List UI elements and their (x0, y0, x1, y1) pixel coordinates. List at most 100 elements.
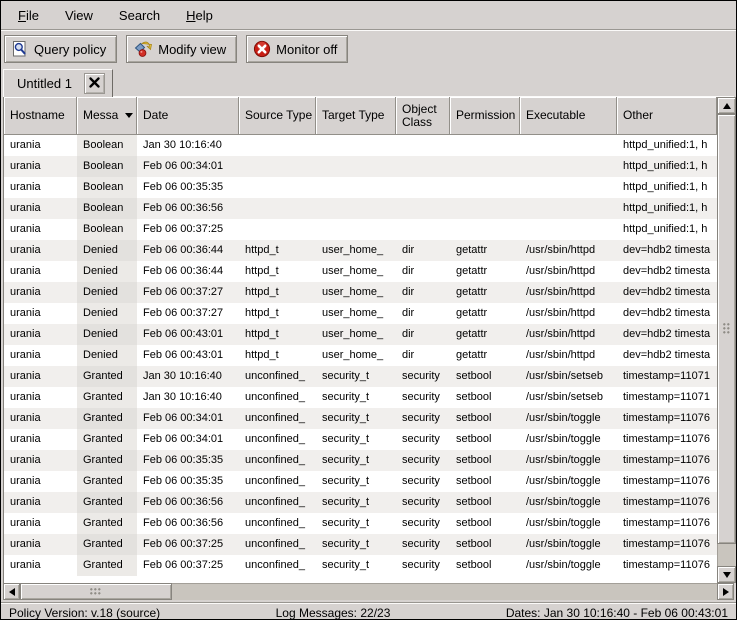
table-row[interactable]: urania Denied Feb 06 00:37:27 httpd_t us… (4, 303, 717, 324)
cell-other: timestamp=11076 (617, 429, 717, 450)
cell-other: timestamp=11076 (617, 471, 717, 492)
column-header-object-class[interactable]: Object Class (396, 97, 450, 135)
scroll-right-button[interactable] (717, 583, 734, 600)
cell-message: Granted (77, 492, 137, 513)
column-header-permission[interactable]: Permission (450, 97, 520, 135)
table-row[interactable]: urania Granted Jan 30 10:16:40 unconfine… (4, 366, 717, 387)
cell-message: Boolean (77, 135, 137, 156)
table-row[interactable]: urania Denied Feb 06 00:36:44 httpd_t us… (4, 261, 717, 282)
horizontal-scrollbar-trough[interactable] (20, 583, 717, 600)
cell-hostname: urania (4, 387, 77, 408)
cell-hostname: urania (4, 513, 77, 534)
cell-message: Granted (77, 450, 137, 471)
cell-executable (520, 156, 617, 177)
modify-view-button[interactable]: Modify view (126, 35, 237, 63)
cell-target-type: security_t (316, 366, 396, 387)
cell-other: dev=hdb2 timesta (617, 240, 717, 261)
table-row[interactable]: urania Denied Feb 06 00:37:27 httpd_t us… (4, 282, 717, 303)
cell-object-class (396, 177, 450, 198)
table-row[interactable]: urania Boolean Feb 06 00:35:35 httpd_uni… (4, 177, 717, 198)
cell-source-type: httpd_t (239, 324, 316, 345)
cell-date: Jan 30 10:16:40 (137, 135, 239, 156)
column-header-hostname[interactable]: Hostname (4, 97, 77, 135)
cell-object-class: security (396, 555, 450, 576)
column-header-date[interactable]: Date (137, 97, 239, 135)
cell-date: Feb 06 00:34:01 (137, 408, 239, 429)
table-row[interactable]: urania Granted Jan 30 10:16:40 unconfine… (4, 387, 717, 408)
cell-message: Boolean (77, 219, 137, 240)
cell-message: Granted (77, 366, 137, 387)
menu-help[interactable]: Help (173, 5, 226, 26)
cell-source-type: unconfined_ (239, 450, 316, 471)
scroll-up-button[interactable] (717, 97, 736, 114)
table-row[interactable]: urania Granted Feb 06 00:37:25 unconfine… (4, 534, 717, 555)
cell-other: timestamp=11076 (617, 492, 717, 513)
table-row[interactable]: urania Boolean Feb 06 00:37:25 httpd_uni… (4, 219, 717, 240)
horizontal-scrollbar[interactable] (3, 583, 734, 600)
cell-hostname: urania (4, 450, 77, 471)
column-header-message[interactable]: Messa (77, 97, 137, 135)
table-row[interactable]: urania Granted Feb 06 00:36:56 unconfine… (4, 492, 717, 513)
tab-untitled-1[interactable]: Untitled 1 (3, 69, 113, 97)
monitor-off-button[interactable]: Monitor off (246, 35, 348, 63)
cell-permission: getattr (450, 345, 520, 366)
query-policy-button[interactable]: Query policy (4, 35, 117, 63)
column-header-other[interactable]: Other (617, 97, 717, 135)
table-row[interactable]: urania Boolean Feb 06 00:36:56 httpd_uni… (4, 198, 717, 219)
table-row[interactable]: urania Boolean Feb 06 00:34:01 httpd_uni… (4, 156, 717, 177)
arrow-up-icon (723, 103, 731, 109)
table-row[interactable]: urania Denied Feb 06 00:43:01 httpd_t us… (4, 345, 717, 366)
cell-target-type: security_t (316, 408, 396, 429)
dates-status: Dates: Jan 30 10:16:40 - Feb 06 00:43:01 (506, 606, 728, 620)
log-messages-status: Log Messages: 22/23 (276, 606, 391, 620)
cell-target-type (316, 219, 396, 240)
table-row[interactable]: urania Granted Feb 06 00:36:56 unconfine… (4, 513, 717, 534)
table-row[interactable]: urania Granted Feb 06 00:37:25 unconfine… (4, 555, 717, 576)
thumb-grip-icon (90, 588, 102, 596)
cell-executable: /usr/sbin/toggle (520, 429, 617, 450)
cell-source-type: httpd_t (239, 240, 316, 261)
scroll-down-button[interactable] (717, 566, 736, 583)
cell-hostname: urania (4, 303, 77, 324)
table-row[interactable]: urania Granted Feb 06 00:35:35 unconfine… (4, 471, 717, 492)
cell-permission: setbool (450, 387, 520, 408)
cell-other: httpd_unified:1, h (617, 219, 717, 240)
cell-permission: setbool (450, 492, 520, 513)
table-row[interactable]: urania Granted Feb 06 00:34:01 unconfine… (4, 408, 717, 429)
menu-search[interactable]: Search (106, 5, 173, 26)
monitor-off-label: Monitor off (276, 42, 337, 57)
scroll-left-button[interactable] (3, 583, 20, 600)
horizontal-scrollbar-thumb[interactable] (20, 583, 172, 600)
policy-version-status: Policy Version: v.18 (source) (9, 606, 160, 620)
cell-source-type (239, 177, 316, 198)
table-row[interactable]: urania Granted Feb 06 00:35:35 unconfine… (4, 450, 717, 471)
toolbar: Query policy Modify view Mo (1, 31, 736, 67)
menu-file[interactable]: File (5, 5, 52, 26)
cell-object-class: dir (396, 324, 450, 345)
cell-date: Feb 06 00:43:01 (137, 345, 239, 366)
status-bar: Policy Version: v.18 (source) Log Messag… (1, 602, 736, 620)
column-header-executable[interactable]: Executable (520, 97, 617, 135)
table-row[interactable]: urania Denied Feb 06 00:36:44 httpd_t us… (4, 240, 717, 261)
cell-object-class: security (396, 408, 450, 429)
vertical-scrollbar[interactable] (717, 97, 736, 583)
column-header-target-type[interactable]: Target Type (316, 97, 396, 135)
vertical-scrollbar-thumb[interactable] (717, 114, 736, 544)
cell-date: Feb 06 00:35:35 (137, 471, 239, 492)
tab-close-button[interactable] (84, 73, 105, 94)
cell-date: Jan 30 10:16:40 (137, 387, 239, 408)
cell-permission: getattr (450, 240, 520, 261)
cell-object-class: security (396, 387, 450, 408)
table-row[interactable]: urania Denied Feb 06 00:43:01 httpd_t us… (4, 324, 717, 345)
vertical-scrollbar-trough[interactable] (717, 114, 736, 566)
cell-target-type: security_t (316, 471, 396, 492)
menu-view[interactable]: View (52, 5, 106, 26)
cell-hostname: urania (4, 345, 77, 366)
table-row[interactable]: urania Granted Feb 06 00:34:01 unconfine… (4, 429, 717, 450)
cell-object-class: security (396, 366, 450, 387)
cell-executable: /usr/sbin/httpd (520, 303, 617, 324)
column-header-source-type[interactable]: Source Type (239, 97, 316, 135)
cell-other: dev=hdb2 timesta (617, 324, 717, 345)
cell-permission (450, 219, 520, 240)
table-row[interactable]: urania Boolean Jan 30 10:16:40 httpd_uni… (4, 135, 717, 156)
